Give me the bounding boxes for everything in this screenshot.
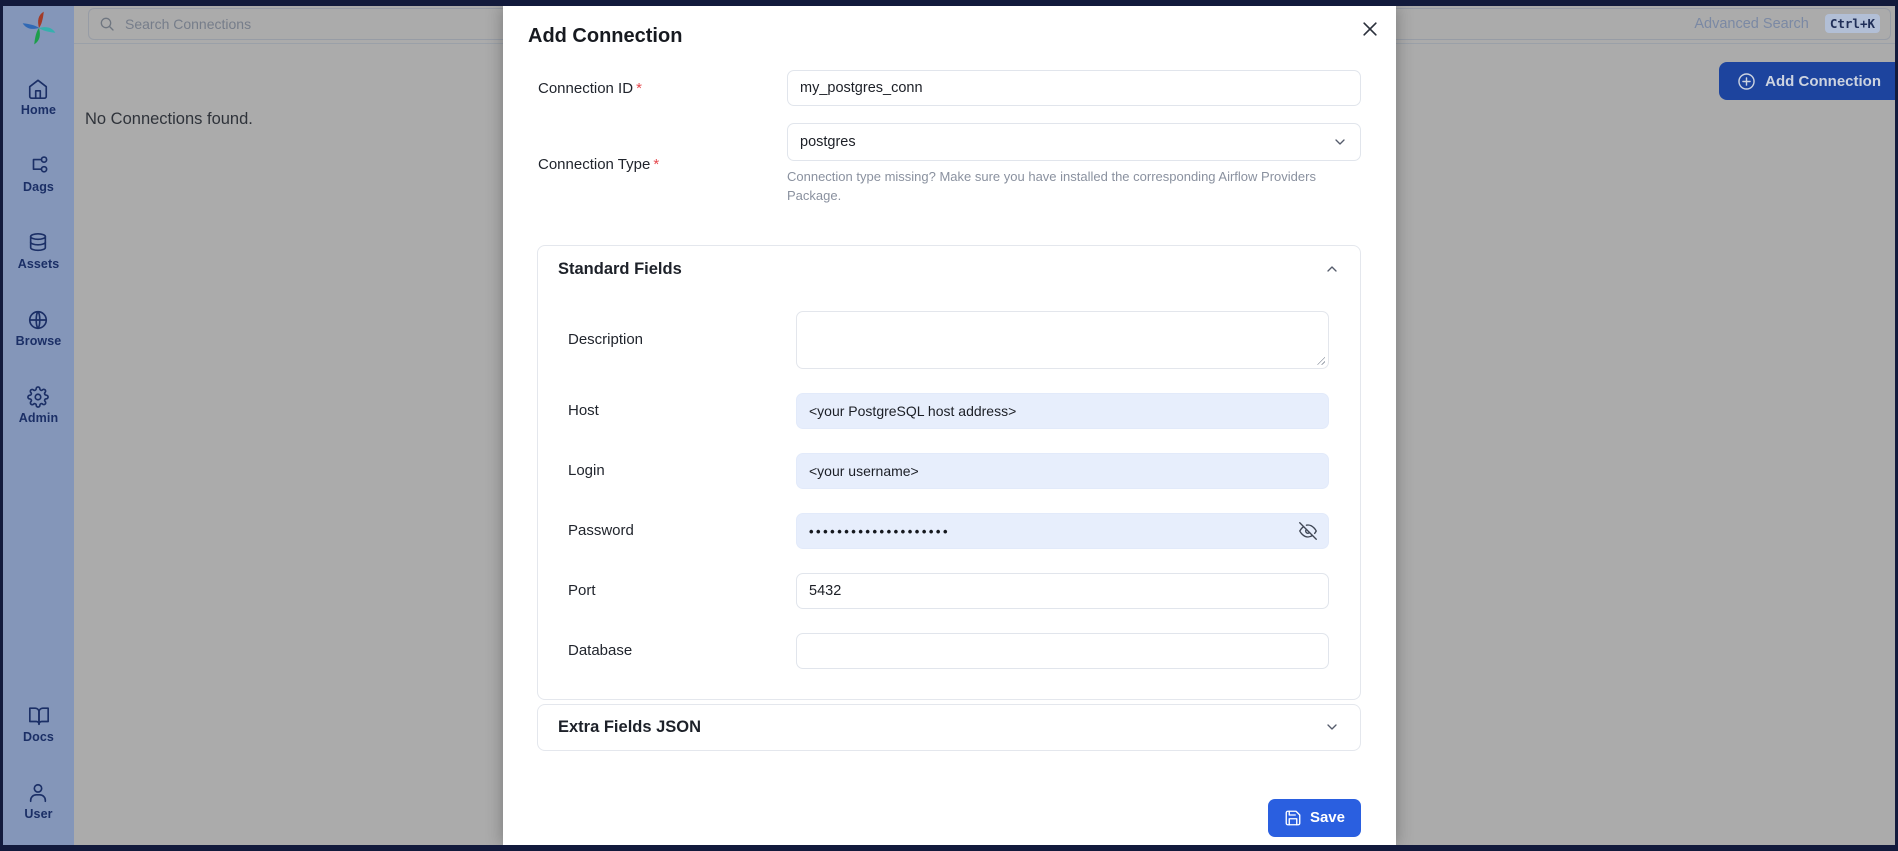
- database-input[interactable]: [796, 633, 1329, 669]
- connection-id-input[interactable]: [787, 70, 1361, 106]
- login-input[interactable]: <your username>: [796, 453, 1329, 489]
- port-label: Port: [568, 582, 796, 599]
- login-label: Login: [568, 462, 796, 479]
- chevron-up-icon: [1324, 261, 1340, 277]
- port-row: Port: [568, 573, 1329, 609]
- connection-type-row: Connection Type* postgres Connection typ…: [525, 123, 1361, 206]
- description-field: [796, 311, 1329, 369]
- host-row: Host <your PostgreSQL host address>: [568, 393, 1329, 429]
- description-label: Description: [568, 331, 796, 348]
- description-textarea[interactable]: [797, 312, 1328, 368]
- connection-type-label: Connection Type*: [525, 156, 787, 173]
- connection-id-row: Connection ID*: [525, 70, 1361, 106]
- password-masked-value: ••••••••••••••••••••: [809, 523, 950, 538]
- add-connection-modal: Add Connection Connection ID* Connection…: [503, 6, 1396, 845]
- password-row: Password ••••••••••••••••••••: [568, 513, 1329, 549]
- required-mark: *: [636, 80, 642, 97]
- app-window: Home Dags Assets Browse Admin: [0, 0, 1898, 851]
- password-label: Password: [568, 522, 796, 539]
- standard-fields-header[interactable]: Standard Fields: [538, 246, 1360, 289]
- host-value: <your PostgreSQL host address>: [809, 403, 1016, 419]
- connection-id-label: Connection ID*: [525, 80, 787, 97]
- host-label: Host: [568, 402, 796, 419]
- port-input[interactable]: [796, 573, 1329, 609]
- toggle-password-visibility-button[interactable]: [1294, 518, 1322, 544]
- extra-fields-header[interactable]: Extra Fields JSON: [538, 705, 1360, 750]
- eye-off-icon: [1299, 522, 1317, 540]
- close-icon[interactable]: [1360, 19, 1380, 39]
- chevron-down-icon: [1332, 134, 1348, 150]
- standard-fields-section: Standard Fields Description Ho: [537, 245, 1361, 700]
- modal-title: Add Connection: [528, 22, 1361, 50]
- save-disk-icon: [1284, 809, 1302, 827]
- extra-fields-title: Extra Fields JSON: [558, 718, 701, 737]
- connection-type-helper: Connection type missing? Make sure you h…: [787, 168, 1361, 206]
- save-button[interactable]: Save: [1268, 799, 1361, 837]
- save-label: Save: [1310, 809, 1345, 826]
- connection-type-value: postgres: [800, 134, 856, 150]
- description-row: Description: [568, 311, 1329, 369]
- database-label: Database: [568, 642, 796, 659]
- database-row: Database: [568, 633, 1329, 669]
- connection-type-select[interactable]: postgres: [787, 123, 1361, 161]
- standard-fields-body: Description Host <your PostgreSQL host a…: [538, 311, 1360, 699]
- login-value: <your username>: [809, 463, 919, 479]
- required-mark: *: [653, 156, 659, 173]
- standard-fields-title: Standard Fields: [558, 260, 682, 279]
- host-input[interactable]: <your PostgreSQL host address>: [796, 393, 1329, 429]
- chevron-down-icon: [1324, 719, 1340, 735]
- login-row: Login <your username>: [568, 453, 1329, 489]
- extra-fields-section: Extra Fields JSON: [537, 704, 1361, 751]
- password-input[interactable]: ••••••••••••••••••••: [796, 513, 1329, 549]
- modal-footer: Save: [525, 799, 1361, 837]
